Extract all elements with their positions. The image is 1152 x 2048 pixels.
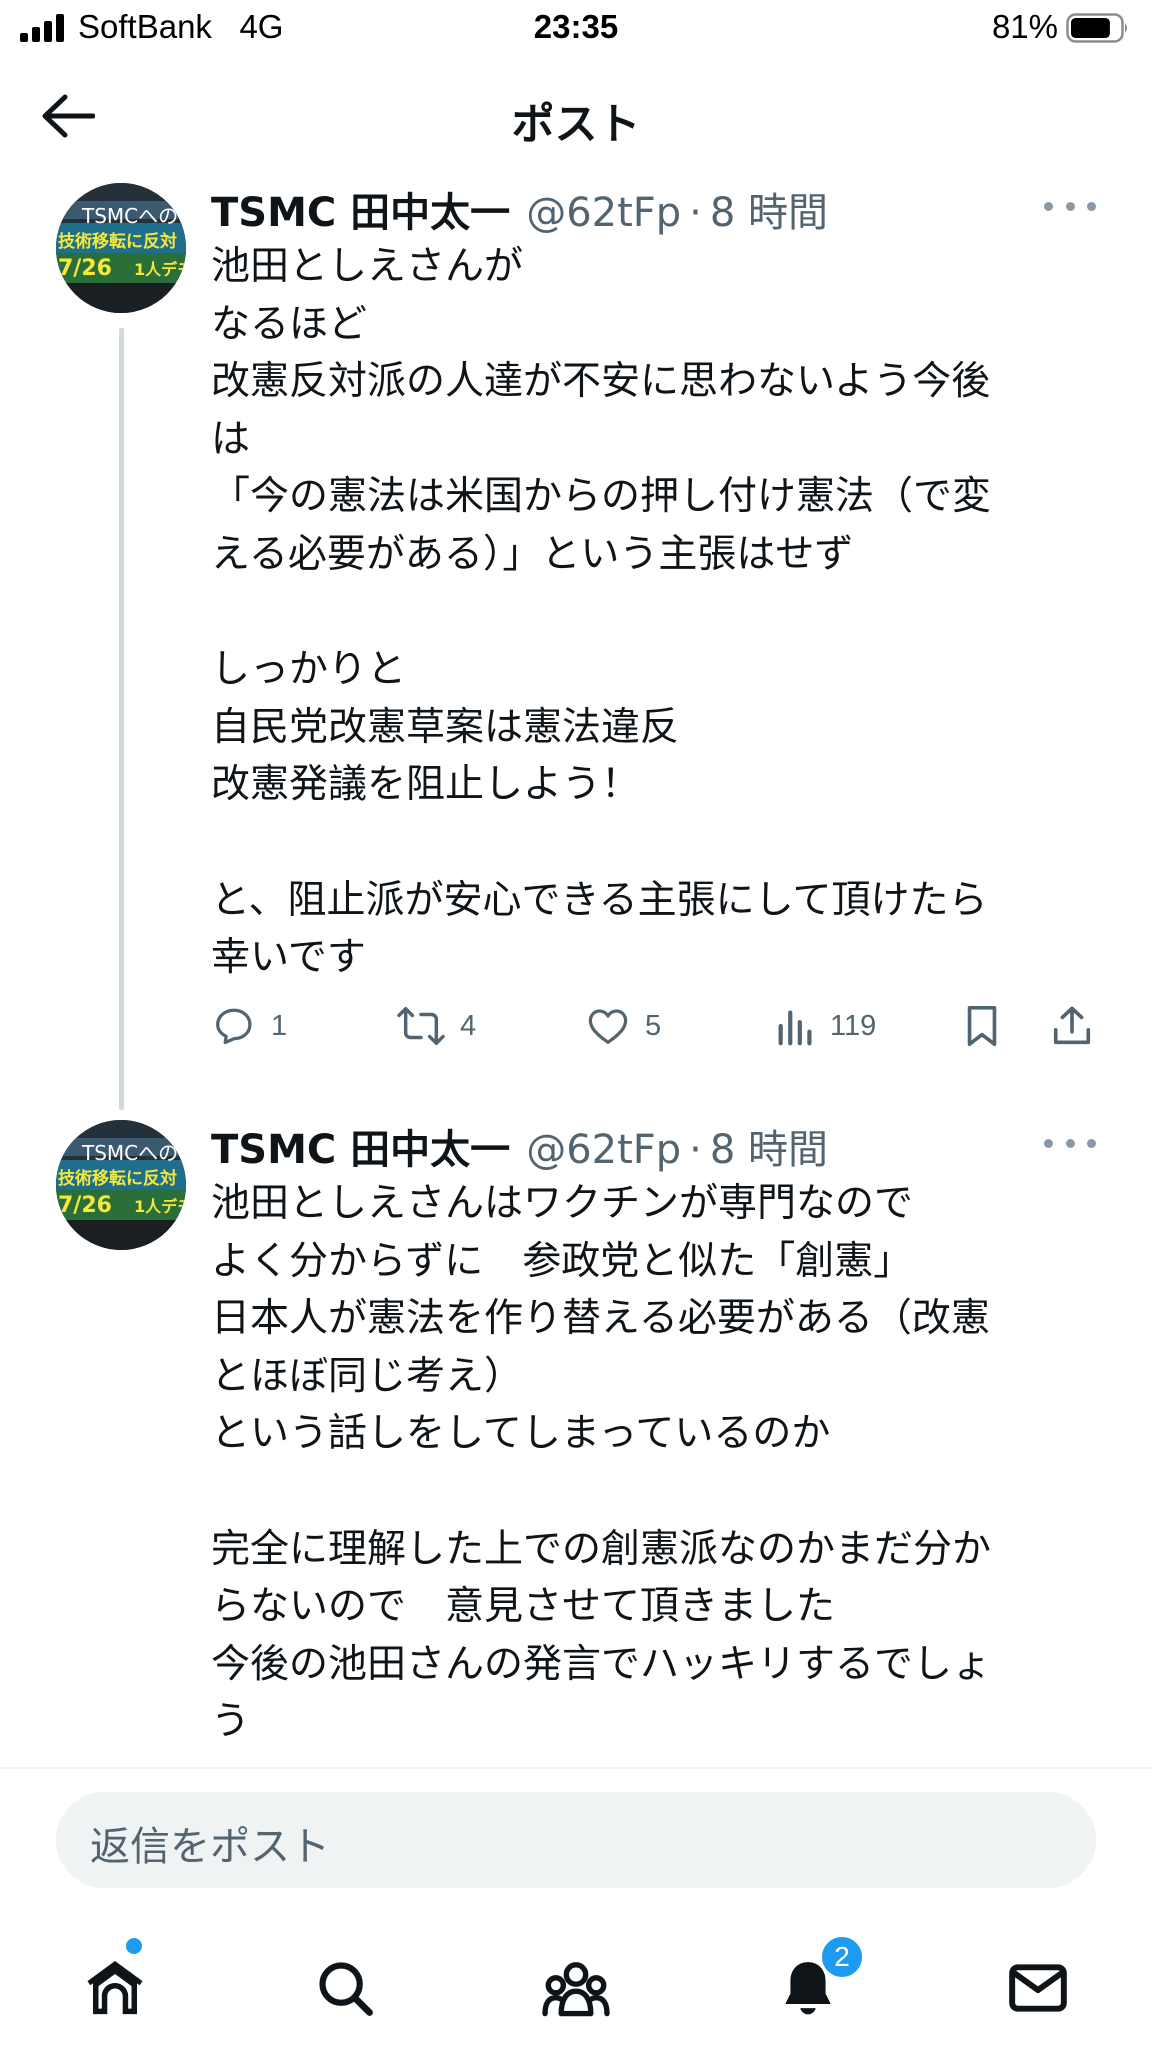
more-options-button[interactable] [1044, 196, 1096, 216]
page-title: ポスト [511, 100, 641, 150]
battery-icon [1066, 13, 1127, 43]
nav-messages[interactable] [998, 1948, 1078, 2028]
post-text: 池田としえさんが なるほど 改憲反対派の人達が不安に思わないよう今後 は 「今の… [211, 244, 992, 981]
repost-icon [397, 1007, 445, 1045]
more-dot [1044, 201, 1053, 211]
display-name[interactable]: TSMC 田中太一 [211, 180, 510, 238]
home-unread-dot [126, 1938, 142, 1954]
post-time[interactable]: 8 時間 [710, 180, 828, 238]
post-actions: 1 4 5 119 [211, 998, 1096, 1054]
nav-communities[interactable] [536, 1948, 616, 2028]
avatar-text-3: 7/26 [58, 1193, 112, 1218]
status-bar: SoftBank 4G 23:35 81% [0, 0, 1152, 58]
post-header: TSMC 田中太一 @62tFp · 8 時間 [211, 180, 828, 240]
reply-icon [216, 1008, 252, 1045]
divider [0, 1767, 1152, 1769]
thread-line [119, 328, 124, 1110]
separator: · [689, 190, 702, 236]
search-icon [319, 1962, 373, 2016]
post-text: 池田としえさんはワクチンが専門なので よく分からずに 参政党と似た「創憲」 日本… [211, 1181, 992, 1745]
avatar-text-4: 1人デモ [134, 1197, 186, 1216]
handle[interactable]: @62tFp [526, 1127, 681, 1173]
reply-placeholder: 返信をポスト [90, 1824, 330, 1870]
post-1[interactable]: TSMCへの 技術移転に反対 7/26 1人デモ TSMC 田中太一 @62tF… [0, 180, 1152, 1110]
home-icon [87, 1961, 143, 2015]
handle[interactable]: @62tFp [526, 190, 681, 236]
nav-home[interactable] [75, 1948, 155, 2028]
like-button[interactable]: 5 [585, 998, 661, 1054]
more-options-button[interactable] [1044, 1133, 1096, 1153]
avatar-text-2: 技術移転に反対 [58, 1168, 177, 1189]
avatar-text-3: 7/26 [58, 256, 112, 281]
status-time: 23:35 [533, 8, 619, 45]
more-dot [1087, 201, 1096, 211]
mail-icon [1009, 1964, 1067, 2012]
views-button[interactable]: 119 [776, 998, 876, 1054]
post-2[interactable]: TSMCへの 技術移転に反対 7/26 1人デモ TSMC 田中太一 @62tF… [0, 1117, 1152, 1757]
avatar[interactable]: TSMCへの 技術移転に反対 7/26 1人デモ [56, 1120, 186, 1250]
communities-icon [542, 1962, 610, 2017]
more-dot [1065, 1138, 1075, 1148]
bookmark-icon [967, 1005, 997, 1047]
reply-count: 1 [271, 1009, 288, 1042]
display-name[interactable]: TSMC 田中太一 [211, 1117, 510, 1175]
nav-search[interactable] [305, 1948, 385, 2028]
reply-button[interactable]: 1 [211, 998, 287, 1054]
analytics-icon [778, 1010, 812, 1046]
repost-count: 4 [460, 1009, 477, 1042]
avatar-text-2: 技術移転に反対 [58, 231, 177, 252]
heart-icon [588, 1009, 628, 1044]
bookmark-button[interactable] [961, 998, 1003, 1054]
repost-button[interactable]: 4 [396, 998, 476, 1054]
battery-percent: 81% [991, 8, 1058, 45]
avatar[interactable]: TSMCへの 技術移転に反対 7/26 1人デモ [56, 183, 186, 313]
bottom-nav: 2 [0, 1920, 1152, 2048]
more-dot [1087, 1138, 1096, 1148]
more-dot [1044, 1138, 1053, 1148]
like-count: 5 [645, 1009, 662, 1042]
reply-input[interactable]: 返信をポスト [56, 1792, 1096, 1888]
views-count: 119 [830, 1009, 877, 1042]
share-button[interactable] [1049, 998, 1095, 1054]
top-header: ポスト [0, 70, 1152, 165]
notifications-badge: 2 [819, 1934, 865, 1980]
separator: · [689, 1127, 702, 1173]
avatar-text-1: TSMCへの [81, 204, 178, 228]
post-header: TSMC 田中太一 @62tFp · 8 時間 [211, 1117, 828, 1177]
more-dot [1065, 201, 1075, 211]
share-icon [1053, 1006, 1091, 1045]
avatar-text-1: TSMCへの [81, 1141, 178, 1165]
avatar-text-4: 1人デモ [134, 260, 186, 279]
post-time[interactable]: 8 時間 [710, 1117, 828, 1175]
